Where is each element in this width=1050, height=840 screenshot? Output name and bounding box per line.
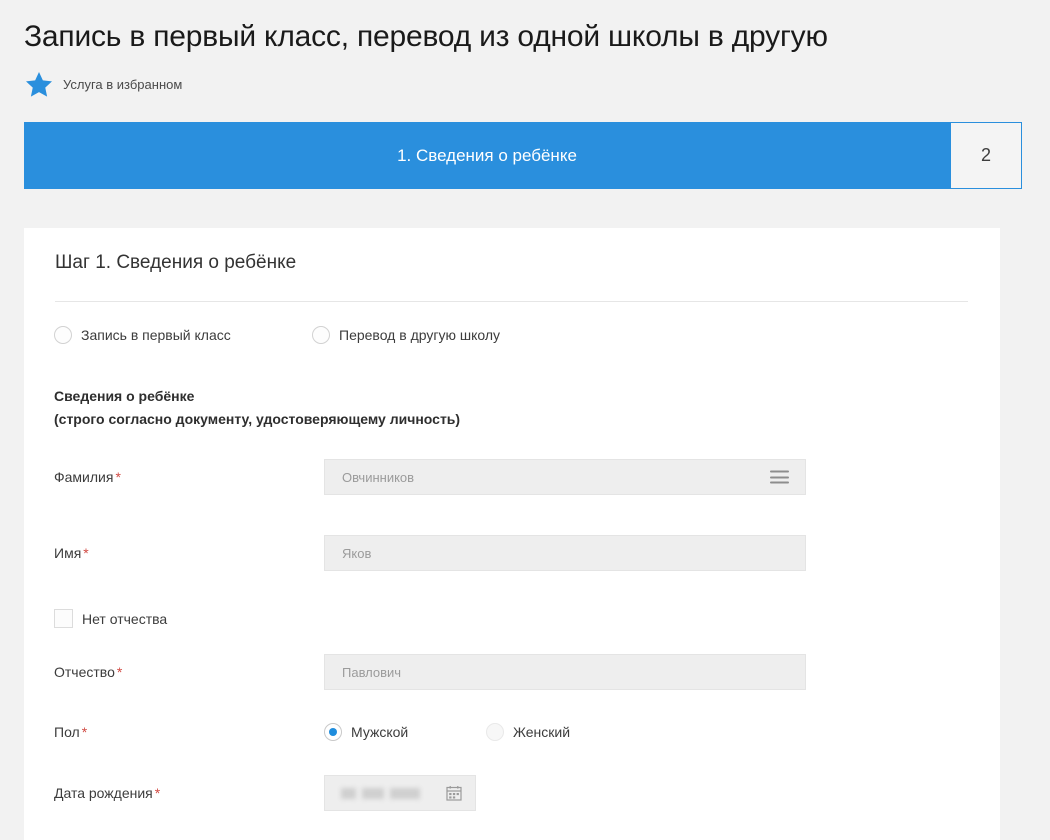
name-required-mark: * — [83, 545, 88, 561]
patronymic-label-text: Отчество — [54, 664, 115, 680]
card-divider — [55, 301, 968, 302]
radio-gender-male-indicator — [324, 723, 342, 741]
field-row-surname: Фамилия* Овчинников — [54, 459, 806, 495]
radio-gender-female-indicator — [486, 723, 504, 741]
child-info-subheading-line2: (строго согласно документу, удостоверяющ… — [54, 408, 460, 431]
birth-date-value-redacted — [325, 788, 420, 799]
radio-first-class[interactable]: Запись в первый класс — [54, 326, 312, 344]
radio-first-class-indicator — [54, 326, 72, 344]
page-title: Запись в первый класс, перевод из одной … — [24, 18, 1034, 56]
birth-date-required-mark: * — [155, 785, 160, 801]
radio-transfer-school-indicator — [312, 326, 330, 344]
surname-required-mark: * — [115, 469, 120, 485]
child-info-subheading: Сведения о ребёнке (строго согласно доку… — [54, 385, 460, 431]
patronymic-label: Отчество* — [54, 664, 324, 680]
birth-date-label-text: Дата рождения — [54, 785, 153, 801]
field-row-name: Имя* Яков — [54, 535, 806, 571]
form-card: Шаг 1. Сведения о ребёнке — [24, 228, 1000, 840]
radio-gender-female-label: Женский — [513, 724, 570, 740]
checkbox-no-patronymic[interactable]: Нет отчества — [54, 609, 167, 628]
star-icon — [24, 70, 54, 100]
surname-label-text: Фамилия — [54, 469, 113, 485]
patronymic-input[interactable]: Павлович — [324, 654, 806, 690]
checkbox-no-patronymic-indicator — [54, 609, 73, 628]
radio-gender-female[interactable]: Женский — [486, 723, 570, 741]
gender-label-text: Пол — [54, 724, 80, 740]
radio-gender-male[interactable]: Мужской — [324, 723, 486, 741]
field-row-patronymic: Отчество* Павлович — [54, 654, 806, 690]
page-root: Запись в первый класс, перевод из одной … — [0, 0, 1050, 840]
gender-radio-group: Мужской Женский — [324, 723, 570, 741]
birth-date-input[interactable] — [324, 775, 476, 811]
radio-first-class-label: Запись в первый класс — [81, 327, 231, 343]
card-title: Шаг 1. Сведения о ребёнке — [55, 252, 296, 274]
radio-gender-male-label: Мужской — [351, 724, 408, 740]
name-label-text: Имя — [54, 545, 81, 561]
name-label: Имя* — [54, 545, 324, 561]
child-info-subheading-line1: Сведения о ребёнке — [54, 385, 460, 408]
radio-transfer-school[interactable]: Перевод в другую школу — [312, 326, 500, 344]
hamburger-icon[interactable] — [770, 471, 789, 484]
surname-label: Фамилия* — [54, 469, 324, 485]
patronymic-required-mark: * — [117, 664, 122, 680]
birth-date-label: Дата рождения* — [54, 785, 324, 801]
name-input-placeholder: Яков — [325, 546, 371, 561]
gender-label: Пол* — [54, 724, 324, 740]
service-type-radio-group: Запись в первый класс Перевод в другую ш… — [54, 326, 500, 344]
radio-transfer-school-label: Перевод в другую школу — [339, 327, 500, 343]
tab-step-1[interactable]: 1. Сведения о ребёнке — [24, 122, 950, 189]
field-row-birth-date: Дата рождения* — [54, 775, 476, 811]
favorite-service-row[interactable]: Услуга в избранном — [24, 70, 182, 100]
name-input[interactable]: Яков — [324, 535, 806, 571]
surname-input[interactable]: Овчинников — [324, 459, 806, 495]
surname-input-placeholder: Овчинников — [325, 470, 414, 485]
calendar-icon[interactable] — [446, 785, 462, 801]
field-row-gender: Пол* Мужской Женский — [54, 723, 570, 741]
checkbox-no-patronymic-label: Нет отчества — [82, 611, 167, 627]
favorite-service-label: Услуга в избранном — [63, 77, 182, 93]
tab-step-2[interactable]: 2 — [950, 122, 1022, 189]
gender-required-mark: * — [82, 724, 87, 740]
patronymic-input-placeholder: Павлович — [325, 665, 401, 680]
step-tabs: 1. Сведения о ребёнке 2 — [24, 122, 1022, 189]
